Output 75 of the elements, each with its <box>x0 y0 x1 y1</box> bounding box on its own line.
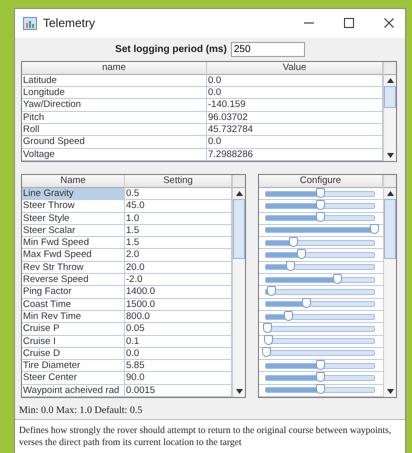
table-cell: 7.2988286 <box>207 148 383 161</box>
table-cell[interactable]: Tire Diameter <box>22 360 125 372</box>
slider[interactable] <box>265 215 375 222</box>
table-cell[interactable]: Coast Time <box>22 298 125 311</box>
table-cell: 0.0 <box>207 136 383 149</box>
scroll-thumb[interactable] <box>233 198 245 259</box>
scroll-up-icon[interactable] <box>236 190 242 196</box>
table-cell: 0.0 <box>207 87 383 100</box>
description-text: Defines how strongly the rover should attempt to return to the original course between waypoints, verses the direct path from its current location to the target <box>15 420 405 453</box>
table-cell[interactable]: Reverse Speed <box>22 274 125 286</box>
logging-period-field[interactable]: 250 <box>230 42 305 57</box>
slider[interactable] <box>265 301 375 308</box>
maximize-icon[interactable] <box>343 17 355 30</box>
header-corner <box>384 62 396 75</box>
scrollbar[interactable] <box>383 62 396 161</box>
scroll-down-icon[interactable] <box>236 389 242 394</box>
table-cell: 45.732784 <box>207 124 383 136</box>
slider[interactable] <box>265 240 375 246</box>
scrollbar[interactable] <box>383 174 396 397</box>
table-cell[interactable]: Min Rev Time <box>22 310 125 324</box>
scroll-thumb[interactable] <box>384 86 396 108</box>
table-cell: Roll <box>22 124 207 136</box>
window-title: Telemetry <box>43 16 96 30</box>
table-cell[interactable]: Cruise I <box>22 336 125 348</box>
column-header[interactable]: Configure <box>259 174 383 188</box>
header-corner <box>233 174 245 188</box>
table-cell[interactable]: Line Gravity <box>22 188 125 200</box>
table-cell[interactable]: Rev Str Throw <box>22 262 125 274</box>
table-cell[interactable]: Cruise P <box>22 323 125 336</box>
table-cell[interactable]: Steer Style <box>22 212 125 225</box>
table-cell: Longitude <box>22 87 207 100</box>
scroll-up-icon[interactable] <box>386 190 394 196</box>
table-cell: 96.03702 <box>207 112 383 124</box>
slider[interactable] <box>265 362 375 369</box>
table-cell[interactable]: Cruise D <box>22 348 125 360</box>
table-cell[interactable]: Ping Factor <box>22 286 125 299</box>
app-icon <box>23 16 37 30</box>
slider[interactable] <box>265 375 375 382</box>
slider[interactable] <box>265 326 375 332</box>
scroll-up-icon[interactable] <box>386 78 394 83</box>
slider[interactable] <box>265 252 375 258</box>
table-cell[interactable]: Max Fwd Speed <box>22 249 125 262</box>
table-cell[interactable]: Steer Scalar <box>22 224 125 238</box>
column-header[interactable]: name <box>22 62 207 75</box>
header-corner <box>384 174 396 188</box>
slider[interactable] <box>265 276 375 283</box>
table-cell[interactable]: Steer Center <box>22 372 125 385</box>
scroll-down-icon[interactable] <box>386 389 394 394</box>
table-cell: Pitch <box>22 112 207 124</box>
column-header[interactable]: Value <box>207 62 383 75</box>
slider[interactable] <box>265 264 375 270</box>
table-cell: 0.0 <box>207 74 383 88</box>
logging-period-label: Set logging period (ms) <box>115 44 227 55</box>
table-cell: Ground Speed <box>22 136 207 149</box>
column-header[interactable]: Name <box>22 174 125 188</box>
slider[interactable] <box>265 338 375 344</box>
slider[interactable] <box>265 387 375 394</box>
slider[interactable] <box>265 190 375 197</box>
table-cell: Yaw/Direction <box>22 99 207 112</box>
scroll-down-icon[interactable] <box>386 152 394 158</box>
slider[interactable] <box>265 314 375 320</box>
slider[interactable] <box>265 288 375 295</box>
scroll-thumb[interactable] <box>384 198 396 259</box>
table-cell: Voltage <box>22 148 207 161</box>
scrollbar[interactable] <box>232 174 245 397</box>
column-header[interactable]: Setting <box>125 174 232 188</box>
table-cell[interactable]: 0.0015 <box>125 384 232 397</box>
table-cell: -140.159 <box>207 99 383 112</box>
close-icon[interactable] <box>383 17 395 30</box>
slider[interactable] <box>265 350 375 356</box>
table-cell[interactable]: Min Fwd Speed <box>22 237 125 250</box>
table-cell[interactable]: Waypoint acheived rad <box>22 384 125 397</box>
slider[interactable] <box>265 202 375 209</box>
table-cell: Latitude <box>22 74 207 88</box>
table-cell[interactable]: Steer Throw <box>22 200 125 213</box>
